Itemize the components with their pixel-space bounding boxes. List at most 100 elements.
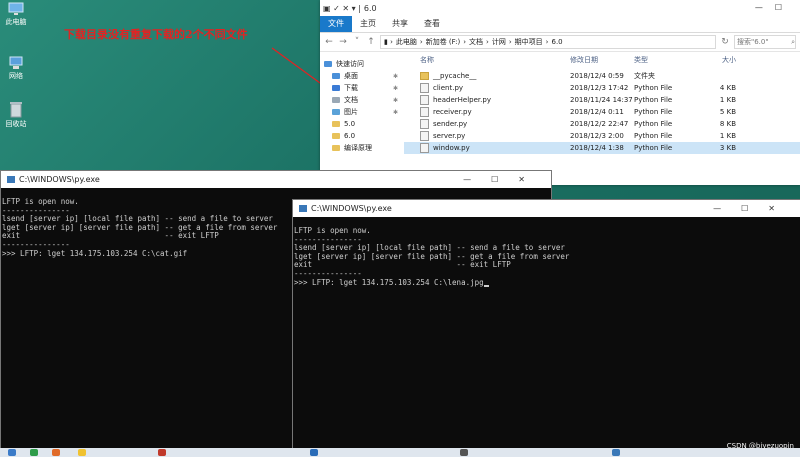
folder-icon [332, 121, 340, 127]
file-row-selected[interactable]: window.py 2018/12/4 1:38 Python File 3 K… [404, 142, 800, 154]
file-row[interactable]: headerHelper.py 2018/11/24 14:37 Python … [404, 94, 800, 106]
column-type[interactable]: 类型 [634, 55, 700, 65]
file-size: 3 KB [719, 144, 736, 152]
file-list: 名称 修改日期 类型 大小 __pycache__ 2018/12/4 0:59… [404, 54, 800, 154]
refresh-icon[interactable]: ↻ [720, 37, 730, 47]
tab-home[interactable]: 主页 [352, 16, 384, 32]
breadcrumb-item[interactable]: 计网 [492, 37, 506, 47]
up-arrow-icon[interactable]: ↑ [366, 37, 376, 47]
file-date: 2018/11/24 14:37 [570, 96, 633, 104]
window-controls[interactable]: —☐✕ [463, 175, 545, 184]
console-titlebar[interactable]: C:\WINDOWS\py.exe —☐✕ [293, 200, 800, 217]
file-row[interactable]: client.py 2018/12/3 17:42 Python File 4 … [404, 82, 800, 94]
breadcrumb-item[interactable]: 6.0 [551, 38, 562, 46]
nav-item-6-0[interactable]: 6.0 [320, 130, 400, 142]
recent-chevron-icon[interactable]: ˅ [352, 37, 362, 47]
search-input[interactable]: 搜索"6.0" ⌕ [734, 35, 796, 49]
navigation-pane: 快速访问 桌面 ✱ 下载 ✱ 文档 ✱ 图片 ✱ 5.0 6.0 编译原理 [320, 58, 400, 185]
nav-item-label: 桌面 [344, 72, 358, 80]
app-icon[interactable] [30, 449, 38, 456]
breadcrumb-item[interactable]: 此电脑 [396, 37, 417, 47]
app-icon[interactable] [612, 449, 620, 456]
desktop-folder-icon [332, 73, 340, 79]
file-name: __pycache__ [433, 72, 477, 80]
taskbar[interactable] [0, 448, 800, 457]
file-type: Python File [634, 144, 673, 152]
console-window-2[interactable]: C:\WINDOWS\py.exe —☐✕ LFTP is open now. -… [292, 199, 800, 450]
back-arrow-icon[interactable]: ← [324, 37, 334, 47]
folder-icon [332, 133, 340, 139]
pin-icon: ✱ [392, 84, 398, 92]
file-size: 4 KB [719, 84, 736, 92]
file-type: 文件夹 [634, 72, 655, 80]
file-date: 2018/12/2 22:47 [570, 120, 629, 128]
nav-item-documents[interactable]: 文档 ✱ [320, 94, 400, 106]
file-name: receiver.py [433, 108, 472, 116]
forward-arrow-icon[interactable]: → [338, 37, 348, 47]
chevron-right-icon: › [419, 38, 423, 46]
python-file-icon [420, 131, 429, 141]
console-line: LFTP is open now. [294, 226, 371, 235]
column-size[interactable]: 大小 [700, 55, 736, 65]
file-size: 1 KB [719, 132, 736, 140]
file-row[interactable]: receiver.py 2018/12/4 0:11 Python File 5… [404, 106, 800, 118]
window-controls[interactable]: —☐ [755, 3, 794, 12]
nav-item-label: 图片 [344, 108, 358, 116]
console-app-icon[interactable] [460, 449, 468, 456]
python-file-icon [420, 83, 429, 93]
nav-item-downloads[interactable]: 下载 ✱ [320, 82, 400, 94]
file-explorer-window[interactable]: ▣ ✓ ✕ ▾ | 6.0 —☐ 文件 主页 共享 查看 ← → ˅ ↑ ▮ ›… [320, 0, 800, 185]
file-type: Python File [634, 84, 673, 92]
search-icon: ⌕ [791, 37, 795, 46]
watermark-text: CSDN @biyezuopin [726, 442, 794, 450]
chevron-right-icon: › [508, 38, 512, 46]
start-icon[interactable] [8, 449, 16, 456]
nav-item-desktop[interactable]: 桌面 ✱ [320, 70, 400, 82]
tab-file[interactable]: 文件 [320, 16, 352, 32]
window-controls[interactable]: —☐✕ [713, 204, 795, 213]
pictures-folder-icon [332, 109, 340, 115]
nav-item-pictures[interactable]: 图片 ✱ [320, 106, 400, 118]
breadcrumb-item[interactable]: 期中项目 [515, 37, 543, 47]
file-date: 2018/12/3 17:42 [570, 84, 629, 92]
app-icon[interactable] [158, 449, 166, 456]
breadcrumb-item[interactable]: 新加卷 (F:) [426, 37, 461, 47]
file-type: Python File [634, 120, 673, 128]
file-row[interactable]: server.py 2018/12/3 2:00 Python File 1 K… [404, 130, 800, 142]
pin-icon: ✱ [392, 96, 398, 104]
nav-item-5-0[interactable]: 5.0 [320, 118, 400, 130]
pin-icon: ✱ [392, 72, 398, 80]
nav-item-compiler[interactable]: 编译原理 [320, 142, 400, 154]
console-output[interactable]: LFTP is open now. --------------- lsend [s… [293, 217, 800, 289]
nav-item-label: 下载 [344, 84, 358, 92]
file-size: 5 KB [719, 108, 736, 116]
explorer-titlebar[interactable]: ▣ ✓ ✕ ▾ | 6.0 [320, 0, 800, 16]
nav-item-label: 5.0 [344, 120, 356, 128]
chevron-right-icon: › [486, 38, 489, 46]
nav-item-label: 快速访问 [336, 60, 364, 68]
column-name[interactable]: 名称 [404, 55, 570, 65]
nav-item-quick-access[interactable]: 快速访问 [320, 58, 400, 70]
breadcrumb[interactable]: ▮ › 此电脑 › 新加卷 (F:) › 文档 › 计网 › 期中项目 › 6.0 [380, 35, 716, 49]
console-title: C:\WINDOWS\py.exe [311, 204, 392, 213]
app-icon[interactable] [52, 449, 60, 456]
file-row[interactable]: __pycache__ 2018/12/4 0:59 文件夹 [404, 70, 800, 82]
breadcrumb-item[interactable]: 文档 [469, 37, 483, 47]
tab-view[interactable]: 查看 [416, 16, 448, 32]
file-row[interactable]: sender.py 2018/12/2 22:47 Python File 8 … [404, 118, 800, 130]
nav-item-label: 文档 [344, 96, 358, 104]
console-titlebar[interactable]: C:\WINDOWS\py.exe —☐✕ [1, 171, 551, 188]
console-line: exit -- exit LFTP [294, 260, 511, 270]
app-icon[interactable] [310, 449, 318, 456]
file-date: 2018/12/4 0:59 [570, 72, 624, 80]
quick-access-toolbar[interactable]: ▣ ✓ ✕ ▾ | [323, 4, 361, 13]
file-size: 8 KB [719, 120, 736, 128]
file-name: window.py [433, 144, 470, 152]
console-app-icon [299, 205, 307, 212]
column-date[interactable]: 修改日期 [570, 55, 634, 65]
desktop: 此电脑 网络 回收站 下载目录没有重复下载的2个不同文件 ▣ ✓ ✕ ▾ | 6… [0, 0, 800, 457]
folder-app-icon[interactable] [78, 449, 86, 456]
tab-share[interactable]: 共享 [384, 16, 416, 32]
chevron-right-icon: › [463, 38, 467, 46]
nav-item-label: 6.0 [344, 132, 356, 140]
